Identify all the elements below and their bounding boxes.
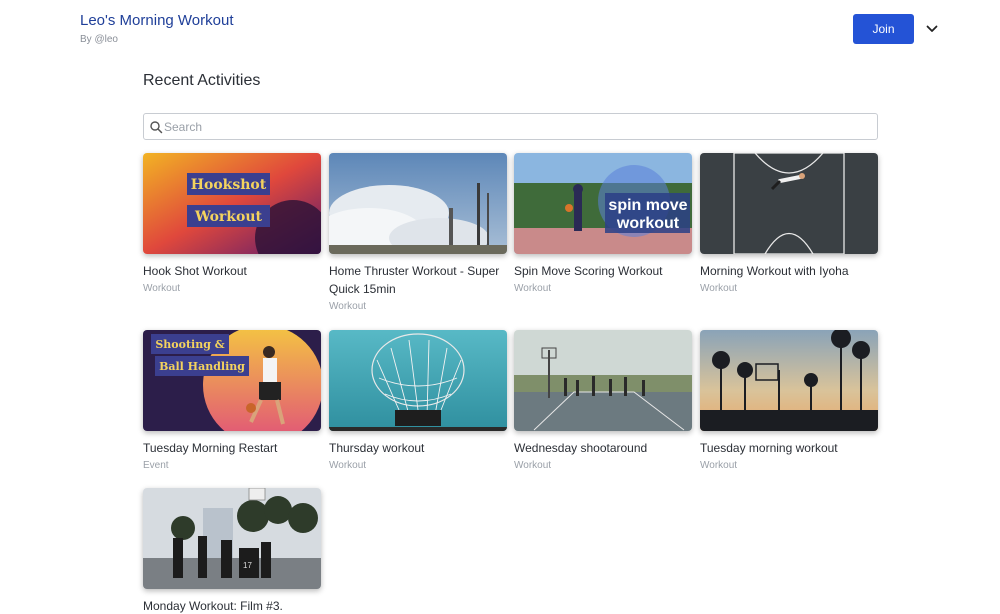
activity-thumbnail[interactable] bbox=[700, 330, 878, 431]
author-byline: By @leo bbox=[80, 34, 118, 45]
activity-card[interactable]: Tuesday morning workout Workout bbox=[700, 330, 878, 471]
search-icon bbox=[149, 120, 163, 134]
activity-title[interactable]: Tuesday morning workout bbox=[700, 439, 878, 457]
activity-title[interactable]: Morning Workout with Iyoha bbox=[700, 262, 878, 280]
activity-type: Workout bbox=[143, 283, 181, 294]
thumb-text-line1: Hookshot bbox=[191, 177, 267, 193]
search-box[interactable] bbox=[143, 113, 878, 140]
activity-thumbnail[interactable]: spin move workout bbox=[514, 153, 692, 254]
activity-card[interactable]: Thursday workout Workout bbox=[329, 330, 507, 471]
activity-title[interactable]: Hook Shot Workout bbox=[143, 262, 321, 280]
svg-text:17: 17 bbox=[243, 561, 252, 570]
activity-thumbnail[interactable] bbox=[329, 330, 507, 431]
activity-card[interactable]: Hookshot Workout Hook Shot Workout Worko… bbox=[143, 153, 321, 294]
activity-thumbnail[interactable]: Shooting & Ball Handling bbox=[143, 330, 321, 431]
activity-card[interactable]: Home Thruster Workout - Super Quick 15mi… bbox=[329, 153, 507, 312]
thumb-text-line1: spin move bbox=[608, 197, 687, 214]
activity-type: Workout bbox=[514, 460, 552, 471]
activity-thumbnail[interactable]: 17 bbox=[143, 488, 321, 589]
activity-type: Event bbox=[143, 460, 169, 471]
chevron-down-icon[interactable] bbox=[925, 22, 939, 36]
activity-thumbnail[interactable] bbox=[514, 330, 692, 431]
section-title: Recent Activities bbox=[143, 72, 261, 89]
activity-title[interactable]: Tuesday Morning Restart bbox=[143, 439, 321, 457]
activity-type: Workout bbox=[329, 301, 367, 312]
activity-type: Workout bbox=[700, 283, 738, 294]
activity-type: Workout bbox=[329, 460, 367, 471]
activity-card[interactable]: Wednesday shootaround Workout bbox=[514, 330, 692, 471]
activity-thumbnail[interactable] bbox=[700, 153, 878, 254]
activity-type: Workout bbox=[514, 283, 552, 294]
search-input[interactable] bbox=[164, 114, 864, 139]
activity-title[interactable]: Spin Move Scoring Workout bbox=[514, 262, 692, 280]
activity-thumbnail[interactable] bbox=[329, 153, 507, 254]
page-title: Leo's Morning Workout bbox=[80, 12, 234, 29]
activity-card[interactable]: Shooting & Ball Handling Tuesday Morning… bbox=[143, 330, 321, 471]
thumb-text-line2: workout bbox=[616, 215, 680, 232]
activity-type: Workout bbox=[700, 460, 738, 471]
activity-title[interactable]: Home Thruster Workout - Super Quick 15mi… bbox=[329, 262, 507, 298]
join-button[interactable]: Join bbox=[853, 14, 914, 44]
activity-title[interactable]: Monday Workout: Film #3. bbox=[143, 597, 321, 614]
activity-card[interactable]: Morning Workout with Iyoha Workout bbox=[700, 153, 878, 294]
thumb-text-line2: Workout bbox=[194, 209, 263, 225]
page: Leo's Morning Workout By @leo Join Recen… bbox=[0, 0, 1000, 614]
thumb-text-line2: Ball Handling bbox=[159, 360, 245, 373]
activity-title[interactable]: Wednesday shootaround bbox=[514, 439, 692, 457]
activity-thumbnail[interactable]: Hookshot Workout bbox=[143, 153, 321, 254]
activity-card[interactable]: spin move workout Spin Move Scoring Work… bbox=[514, 153, 692, 294]
activity-title[interactable]: Thursday workout bbox=[329, 439, 507, 457]
activity-card[interactable]: 17 Monday Workout: Film #3. bbox=[143, 488, 321, 614]
thumb-text-line1: Shooting & bbox=[155, 338, 224, 351]
